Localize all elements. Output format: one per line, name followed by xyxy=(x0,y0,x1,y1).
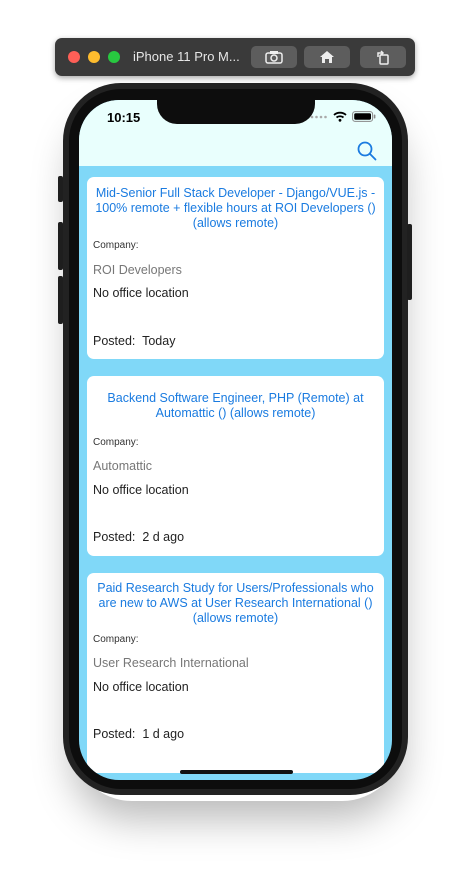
status-icons xyxy=(310,111,376,122)
company-name: Automattic xyxy=(93,459,153,473)
posted-date: Posted: 1 d ago xyxy=(93,727,185,741)
company-label: Company: xyxy=(93,240,139,251)
mute-switch xyxy=(58,176,63,202)
zoom-window-button[interactable] xyxy=(108,51,120,63)
wifi-icon xyxy=(333,111,347,122)
volume-down-button xyxy=(58,276,63,324)
office-location: No office location xyxy=(93,286,189,300)
notch xyxy=(157,100,315,124)
search-icon[interactable] xyxy=(356,140,378,162)
navigation-bar: 10:15 xyxy=(79,100,392,166)
posted-date: Posted: 2 d ago xyxy=(93,530,185,544)
volume-up-button xyxy=(58,222,63,270)
home-indicator[interactable] xyxy=(180,770,293,774)
minimize-window-button[interactable] xyxy=(88,51,100,63)
job-card[interactable]: Mid-Senior Full Stack Developer - Django… xyxy=(87,177,384,359)
job-card[interactable]: Backend Software Engineer, PHP (Remote) … xyxy=(87,376,384,556)
cellular-signal-icon xyxy=(310,115,327,118)
posted-date: Posted: Today xyxy=(93,334,176,348)
status-time: 10:15 xyxy=(107,110,141,125)
job-card[interactable]: Paid Research Study for Users/Profession… xyxy=(87,573,384,773)
rotate-button[interactable] xyxy=(360,46,406,68)
job-list[interactable]: Mid-Senior Full Stack Developer - Django… xyxy=(79,166,392,780)
screenshot-icon xyxy=(265,51,283,64)
company-name: ROI Developers xyxy=(93,263,182,277)
rotate-icon xyxy=(377,50,389,65)
battery-icon xyxy=(352,111,376,122)
company-name: User Research International xyxy=(93,656,249,670)
screenshot-button[interactable] xyxy=(251,46,297,68)
home-button[interactable] xyxy=(304,46,350,68)
job-title-link[interactable]: Backend Software Engineer, PHP (Remote) … xyxy=(93,391,378,421)
close-window-button[interactable] xyxy=(68,51,80,63)
office-location: No office location xyxy=(93,483,189,497)
app-screen: 10:15 Mid-Senior Full Stack Developer - … xyxy=(79,100,392,780)
power-button xyxy=(407,224,412,300)
job-title-link[interactable]: Mid-Senior Full Stack Developer - Django… xyxy=(93,186,378,231)
simulator-toolbar: iPhone 11 Pro M... xyxy=(55,38,415,76)
simulator-title: iPhone 11 Pro M... xyxy=(133,49,240,64)
office-location: No office location xyxy=(93,680,189,694)
company-label: Company: xyxy=(93,634,139,645)
home-icon xyxy=(320,51,334,63)
job-title-link[interactable]: Paid Research Study for Users/Profession… xyxy=(93,581,378,626)
company-label: Company: xyxy=(93,437,139,448)
